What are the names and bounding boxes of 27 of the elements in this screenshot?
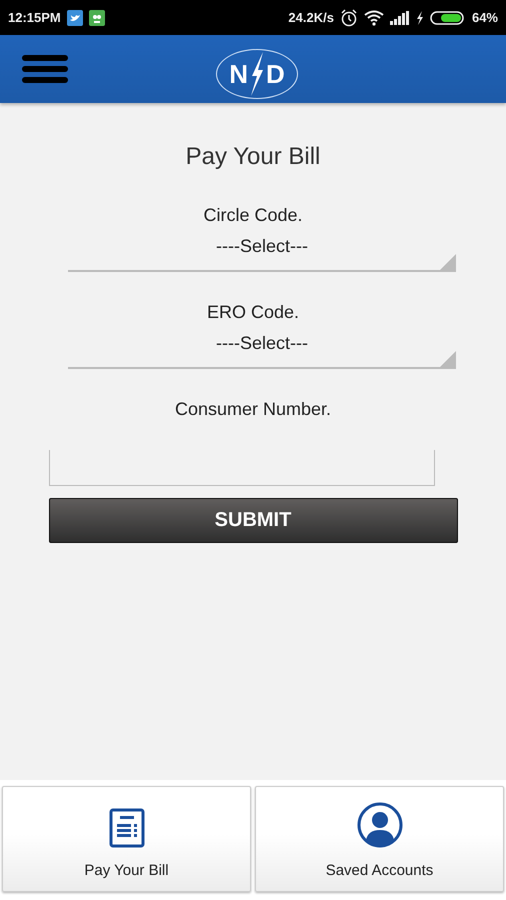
dropdown-corner-icon [440, 351, 456, 367]
network-speed: 24.2K/s [288, 10, 334, 25]
nav-button[interactable]: Pay Your Bill [2, 786, 251, 892]
lightning-icon [249, 52, 265, 96]
logo-letter: D [266, 58, 285, 90]
field-label: ERO Code. [206, 302, 300, 323]
submit-button[interactable]: SUBMIT [48, 498, 458, 543]
logo-letter: N [229, 58, 248, 90]
dropdown[interactable]: ----Select--- [68, 236, 456, 272]
dropdown-corner-icon [440, 254, 456, 270]
person-icon [356, 802, 402, 848]
wifi-icon [364, 10, 384, 26]
field-label: Consumer Number. [174, 399, 332, 420]
signal-icon [390, 10, 410, 24]
document-icon [108, 808, 144, 848]
charging-icon [416, 10, 424, 24]
dropdown[interactable]: ----Select--- [68, 333, 456, 369]
clock: 12:15PM [8, 10, 61, 25]
page-title: Pay Your Bill [186, 143, 320, 171]
bird-icon [66, 10, 83, 26]
nav-button[interactable]: Saved Accounts [255, 786, 504, 892]
field-label: Circle Code. [203, 205, 303, 226]
battery-icon [430, 10, 466, 24]
battery-percent: 64% [472, 10, 498, 25]
input-field[interactable] [49, 450, 435, 486]
robot-icon [88, 10, 105, 26]
alarm-icon [340, 8, 358, 26]
